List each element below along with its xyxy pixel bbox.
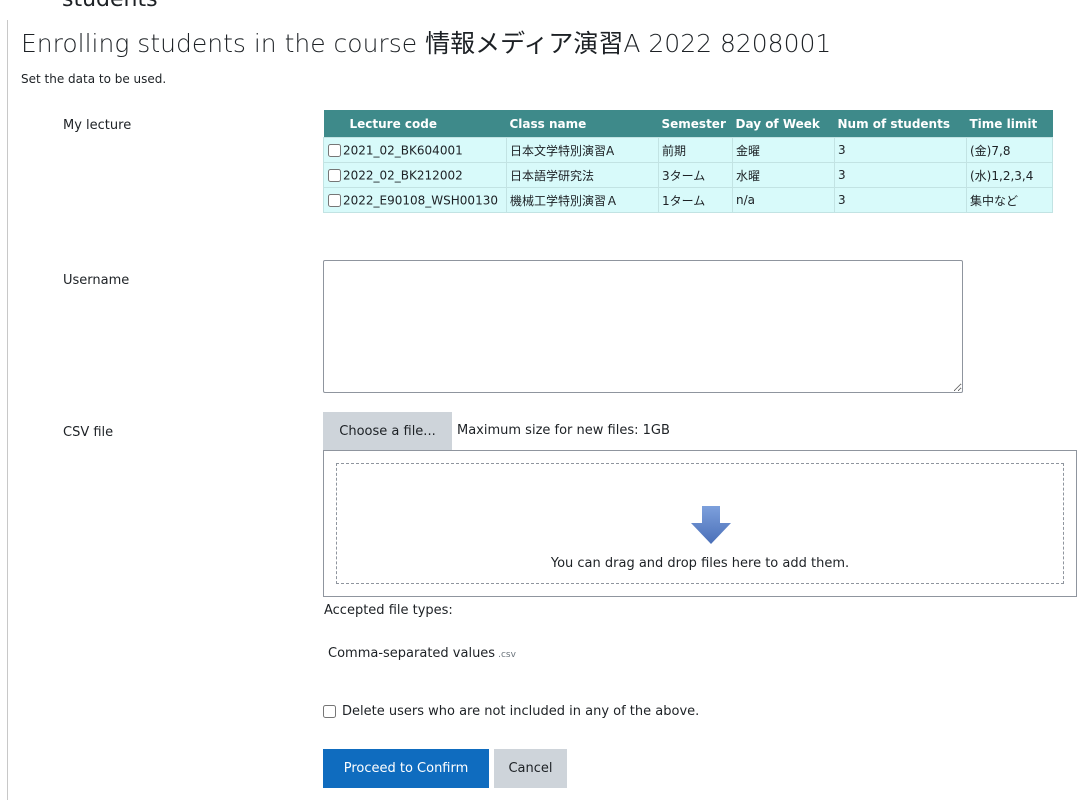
num-students: 3 — [834, 187, 967, 213]
lecture-code: 2022_02_BK212002 — [343, 168, 463, 183]
lecture-row: 2021_02_BK604001 日本文学特別演習A 前期 金曜 3 (金)7,… — [323, 137, 1053, 163]
lecture-checkbox[interactable] — [328, 193, 341, 207]
time-limit: (水)1,2,3,4 — [966, 162, 1053, 188]
lecture-checkbox[interactable] — [328, 168, 341, 182]
num-students: 3 — [834, 137, 967, 163]
delete-users-label: Delete users who are not included in any… — [342, 704, 700, 719]
my-lecture-label: My lecture — [63, 118, 132, 133]
delete-users-checkbox[interactable] — [323, 705, 336, 718]
breadcrumb-students: students — [62, 0, 158, 14]
header-lecture-code: Lecture code — [323, 110, 507, 138]
page-left-border — [7, 20, 8, 800]
semester: 3ターム — [658, 162, 733, 188]
header-day-of-week: Day of Week — [732, 110, 835, 138]
class-name: 日本文学特別演習A — [506, 137, 659, 163]
lecture-code-cell: 2022_02_BK212002 — [323, 162, 507, 188]
class-name: 機械工学特別演習Ａ — [506, 187, 659, 213]
proceed-to-confirm-button[interactable]: Proceed to Confirm — [323, 749, 489, 788]
header-num-students: Num of students — [834, 110, 967, 138]
choose-file-button[interactable]: Choose a file... — [323, 412, 452, 450]
lecture-table: Lecture code Class name Semester Day of … — [323, 110, 1053, 213]
header-semester: Semester — [658, 110, 733, 138]
lecture-row: 2022_02_BK212002 日本語学研究法 3ターム 水曜 3 (水)1,… — [323, 162, 1053, 188]
lecture-row: 2022_E90108_WSH00130 機械工学特別演習Ａ 1ターム n/a … — [323, 187, 1053, 213]
lecture-code-cell: 2022_E90108_WSH00130 — [323, 187, 507, 213]
time-limit: 集中など — [966, 187, 1053, 213]
page-title-prefix: Enrolling students in the course — [21, 29, 426, 58]
semester: 前期 — [658, 137, 733, 163]
lecture-code: 2022_E90108_WSH00130 — [343, 193, 498, 208]
delete-users-option[interactable]: Delete users who are not included in any… — [323, 704, 699, 719]
csv-file-label: CSV file — [63, 425, 114, 440]
accepted-filetype: Comma-separated values .csv — [328, 646, 516, 661]
max-size-text: Maximum size for new files: 1GB — [457, 423, 670, 438]
filetype-extension: .csv — [498, 650, 516, 660]
day-of-week: n/a — [732, 187, 835, 213]
header-time-limit: Time limit — [966, 110, 1053, 138]
day-of-week: 水曜 — [732, 162, 835, 188]
accepted-file-types-label: Accepted file types: — [324, 603, 453, 618]
time-limit: (金)7,8 — [966, 137, 1053, 163]
dropzone-text: You can drag and drop files here to add … — [550, 556, 850, 571]
lecture-code-cell: 2021_02_BK604001 — [323, 137, 507, 163]
semester: 1ターム — [658, 187, 733, 213]
cancel-button[interactable]: Cancel — [494, 749, 567, 788]
username-textarea[interactable] — [323, 260, 963, 393]
filetype-name: Comma-separated values — [328, 646, 496, 661]
lecture-code: 2021_02_BK604001 — [343, 143, 463, 158]
page-title-course: 情報メディア演習 — [425, 29, 624, 58]
page-title-suffix: A 2022 8208001 — [623, 29, 832, 58]
page-subtitle: Set the data to be used. — [21, 72, 167, 86]
dropzone-dashed-area[interactable]: You can drag and drop files here to add … — [336, 463, 1064, 584]
lecture-checkbox[interactable] — [328, 143, 341, 157]
file-dropzone[interactable]: You can drag and drop files here to add … — [323, 450, 1077, 597]
day-of-week: 金曜 — [732, 137, 835, 163]
lecture-table-header-row: Lecture code Class name Semester Day of … — [323, 110, 1053, 138]
page-title: Enrolling students in the course 情報メディア演… — [21, 26, 831, 62]
header-class-name: Class name — [506, 110, 659, 138]
class-name: 日本語学研究法 — [506, 162, 659, 188]
num-students: 3 — [834, 162, 967, 188]
arrow-down-icon — [691, 506, 731, 544]
username-label: Username — [63, 273, 130, 288]
